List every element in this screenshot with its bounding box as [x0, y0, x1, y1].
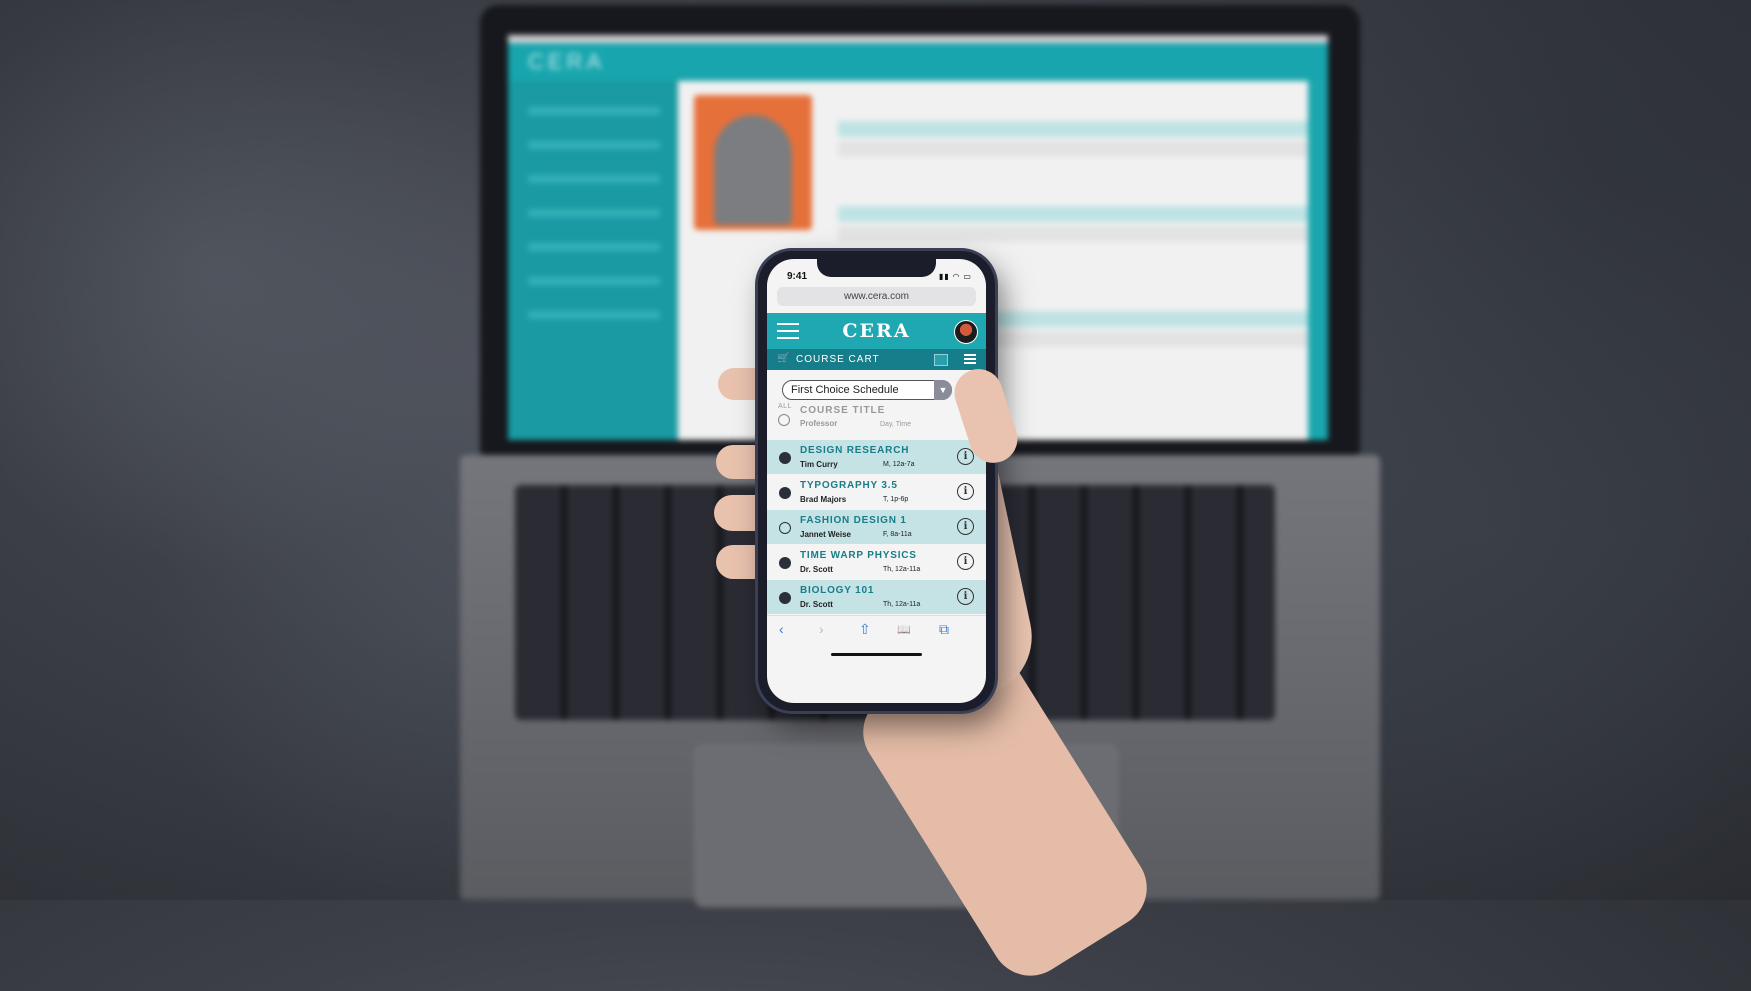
column-day-time: Day, Time	[880, 421, 911, 428]
profile-photo	[694, 95, 812, 230]
course-professor: Tim Curry	[800, 460, 838, 469]
phone-display: 9:41 ▮▮ ◠ ▭ www.cera.com CERA 🛒 COURSE C…	[767, 259, 986, 703]
app-header: CERA	[767, 313, 986, 349]
tabs-icon[interactable]: ⧉	[939, 621, 949, 638]
course-row[interactable]: TIME WARP PHYSICS Dr. Scott Th, 12a-11a …	[767, 545, 986, 579]
course-day-time: Th, 12a-11a	[883, 601, 921, 608]
course-row[interactable]: BIOLOGY 101 Dr. Scott Th, 12a-11a i	[767, 580, 986, 614]
bookmarks-icon[interactable]: 📖	[897, 623, 911, 636]
list-header: ALL COURSE TITLE Professor Day, Time	[767, 399, 986, 439]
chevron-down-icon[interactable]: ▼	[934, 380, 952, 400]
course-row[interactable]: FASHION DESIGN 1 Jannet Weise F, 8a-11a …	[767, 510, 986, 544]
cart-title: COURSE CART	[796, 354, 880, 365]
home-indicator	[831, 653, 922, 656]
course-professor: Jannet Weise	[800, 530, 851, 539]
course-name: BIOLOGY 101	[800, 585, 875, 596]
signal-wifi-battery-icon: ▮▮ ◠ ▭	[939, 272, 972, 281]
status-bar: 9:41 ▮▮ ◠ ▭	[767, 259, 986, 283]
course-day-time: F, 8a-11a	[883, 531, 912, 538]
smartphone: 9:41 ▮▮ ◠ ▭ www.cera.com CERA 🛒 COURSE C…	[758, 251, 995, 711]
course-professor: Brad Majors	[800, 495, 847, 504]
course-professor: Dr. Scott	[800, 565, 833, 574]
course-cart-bar: 🛒 COURSE CART	[767, 349, 986, 370]
course-radio-selected[interactable]	[779, 592, 791, 604]
laptop-sidebar	[508, 81, 678, 440]
course-radio-selected[interactable]	[779, 452, 791, 464]
browser-toolbar: ‹ › ⇧ 📖 ⧉	[767, 615, 986, 644]
course-name: TIME WARP PHYSICS	[800, 550, 917, 561]
course-radio-selected[interactable]	[779, 557, 791, 569]
course-name: TYPOGRAPHY 3.5	[800, 480, 898, 491]
schedule-select-value: First Choice Schedule	[791, 384, 899, 396]
course-professor: Dr. Scott	[800, 600, 833, 609]
info-icon[interactable]: i	[957, 483, 974, 500]
select-all-label: ALL	[778, 403, 792, 410]
course-row[interactable]: TYPOGRAPHY 3.5 Brad Majors T, 1p-6p i	[767, 475, 986, 509]
info-icon[interactable]: i	[957, 518, 974, 535]
course-radio-selected[interactable]	[779, 487, 791, 499]
column-course-title: COURSE TITLE	[800, 405, 886, 416]
status-time: 9:41	[787, 271, 808, 282]
avatar[interactable]	[954, 320, 978, 344]
course-name: DESIGN RESEARCH	[800, 445, 910, 456]
forward-icon[interactable]: ›	[819, 621, 824, 637]
list-view-icon[interactable]	[964, 354, 976, 364]
info-icon[interactable]: i	[957, 553, 974, 570]
laptop-brand: CERA	[528, 49, 606, 74]
select-all-radio[interactable]	[778, 414, 790, 426]
laptop-app-header: CERA	[508, 43, 1328, 81]
course-day-time: Th, 12a-11a	[883, 566, 921, 573]
info-icon[interactable]: i	[957, 588, 974, 605]
course-day-time: T, 1p-6p	[883, 496, 909, 503]
course-radio-unselected[interactable]	[779, 522, 791, 534]
back-icon[interactable]: ‹	[779, 621, 784, 637]
calendar-view-icon[interactable]	[934, 354, 948, 366]
course-day-time: M, 12a-7a	[883, 461, 915, 468]
url-bar[interactable]: www.cera.com	[777, 287, 976, 306]
course-row[interactable]: DESIGN RESEARCH Tim Curry M, 12a-7a i	[767, 440, 986, 474]
column-professor: Professor	[800, 419, 838, 428]
schedule-select[interactable]: First Choice Schedule ▼	[782, 380, 952, 400]
course-name: FASHION DESIGN 1	[800, 515, 907, 526]
share-icon[interactable]: ⇧	[859, 621, 871, 638]
cart-icon: 🛒	[777, 353, 791, 364]
